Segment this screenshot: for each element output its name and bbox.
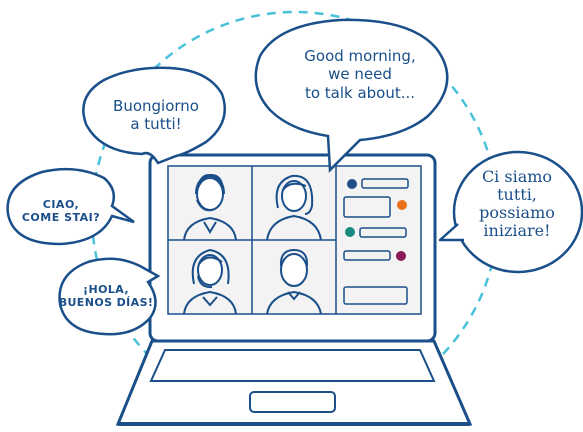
bubble-line: Buongiorno	[113, 97, 199, 115]
chat-dot-purple	[396, 251, 406, 261]
chat-dot-blue	[347, 179, 357, 189]
bubble-text-buongiorno: Buongiorno a tutti!	[90, 97, 222, 134]
bubble-line: a tutti!	[130, 115, 182, 134]
bubble-line: we need	[328, 65, 392, 84]
bubble-line: tutti,	[497, 184, 537, 204]
bubble-line: Good morning,	[304, 47, 416, 65]
bubble-line: to talk about...	[304, 83, 416, 102]
chat-dot-orange	[397, 200, 407, 210]
bubble-text-good-morning: Good morning, we need to talk about...	[270, 47, 450, 102]
chat-dot-teal	[345, 227, 355, 237]
bubble-line: possiamo	[479, 202, 555, 222]
bubble-line: Ci siamo	[481, 167, 553, 186]
bubble-text-hola: ¡HOLA, BUENOS DÍAS!	[56, 283, 156, 310]
bubble-line: iniziare!	[483, 220, 551, 240]
illustration: Buongiorno a tutti! Good morning, we nee…	[0, 0, 583, 432]
bubble-line: BUENOS DÍAS!	[58, 296, 154, 310]
bubble-text-ciao: CIAO, COME STAI?	[12, 198, 110, 225]
bubble-text-ci-siamo: Ci siamo tutti, possiamo iniziare!	[463, 168, 571, 240]
bubble-line: COME STAI?	[21, 211, 101, 225]
laptop-base	[115, 339, 473, 426]
bubble-line: CIAO,	[42, 198, 80, 211]
bubble-line: ¡HOLA,	[83, 283, 129, 296]
